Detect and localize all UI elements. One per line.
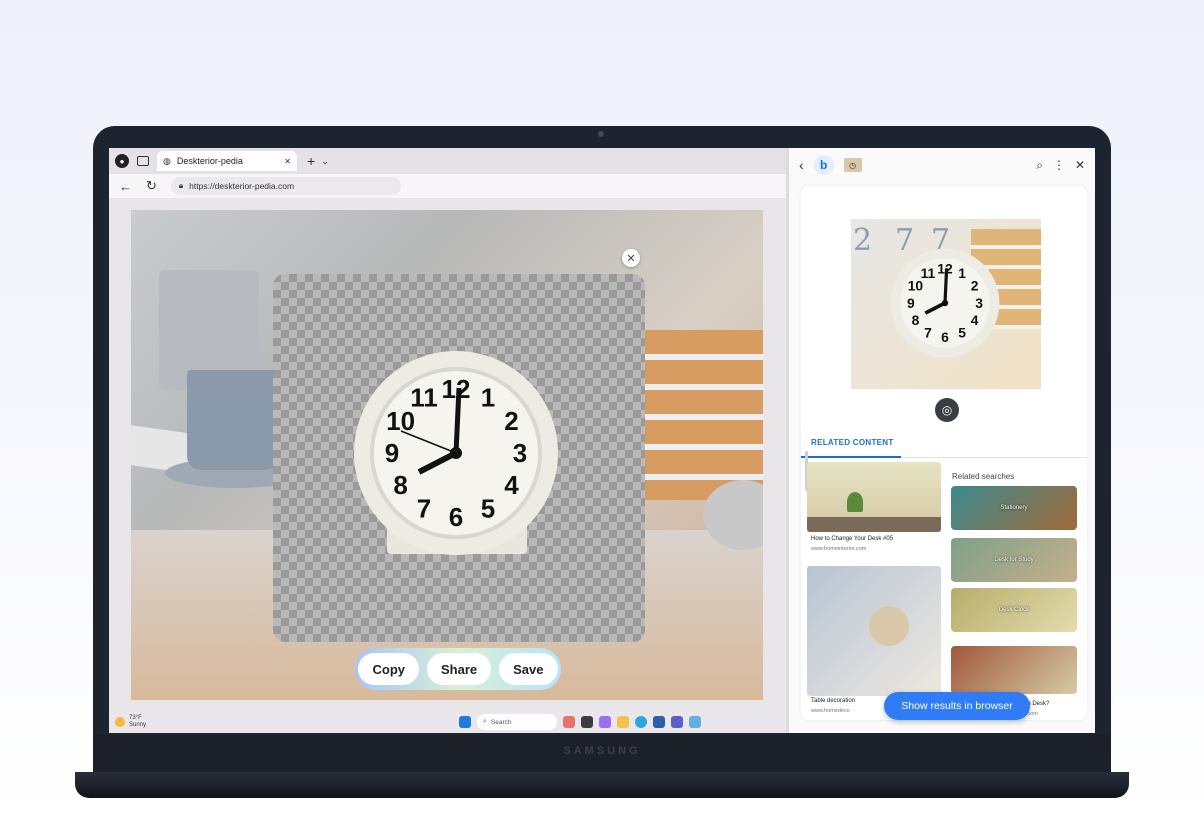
clock-numeral: 8 (393, 470, 407, 500)
tab-menu-icon[interactable]: ⌄ (321, 156, 329, 167)
taskbar-search[interactable]: ⌕ Search (477, 714, 557, 730)
clock-numeral: 8 (912, 312, 920, 328)
clock-numeral: 9 (385, 438, 399, 468)
bing-logo-icon: b (813, 155, 834, 175)
clock-numeral: 11 (410, 383, 438, 413)
related-search-item[interactable]: Stationery (951, 486, 1077, 530)
taskbar-center: ⌕ Search (459, 714, 701, 730)
result-source[interactable]: www.homedeco (811, 708, 850, 714)
more-options-icon[interactable]: ⋮ (1053, 158, 1065, 172)
browser-window: ● ◍ Deskterior-pedia ✕ + ⌄ ← ↻ 🔒︎ https:… (109, 148, 786, 733)
clock-numeral: 4 (971, 312, 979, 328)
alarm-clock-cutout[interactable]: 12 1234567891011 (351, 348, 561, 558)
clock-numeral: 2 (971, 278, 979, 294)
preview-clock: 121234567891011 (890, 248, 1000, 358)
results-card: 2 7 7 121234567891011 ◎ RELATED CONTENT (801, 186, 1087, 720)
clock-numeral: 6 (449, 502, 463, 532)
cutout-action-bar: Copy Share Save (355, 648, 561, 690)
result-caption[interactable]: How to Change Your Desk #05 (811, 536, 893, 542)
tab-overview-icon[interactable] (137, 156, 149, 166)
edge-icon[interactable] (635, 716, 647, 728)
taskbar: 73°F Sunny ⌕ Search (109, 711, 786, 733)
panel-toolbar: ‹ b ◷ ⌕ ⋮ ✕ (789, 148, 1095, 182)
preview-number: 2 (853, 223, 873, 258)
save-button[interactable]: Save (499, 653, 558, 685)
copy-button[interactable]: Copy (358, 653, 419, 685)
clock-numeral: 7 (924, 324, 932, 340)
visual-search-panel: ‹ b ◷ ⌕ ⋮ ✕ 2 7 7 121234567891011 (789, 148, 1095, 733)
desk-shelf (807, 517, 941, 532)
related-search-item[interactable] (951, 646, 1077, 694)
show-results-in-browser-button[interactable]: Show results in browser (884, 692, 1030, 720)
back-icon[interactable]: ← (119, 179, 132, 194)
new-tab-icon[interactable]: + (307, 153, 315, 169)
task-view-icon[interactable] (581, 716, 593, 728)
result-tile[interactable] (807, 462, 941, 532)
profile-icon[interactable]: ● (115, 154, 129, 168)
clock-numeral: 2 (504, 406, 518, 436)
tab-related-content[interactable]: RELATED CONTENT (801, 430, 1087, 458)
address-bar-row: ← ↻ 🔒︎ https://deskterior-pedia.com (109, 174, 786, 198)
tab-deskterior-pedia[interactable]: ◍ Deskterior-pedia ✕ (157, 151, 297, 171)
lock-icon: 🔒︎ (178, 181, 184, 190)
clock-numeral: 6 (941, 329, 949, 345)
clock-numeral: 11 (921, 265, 936, 281)
result-tile[interactable] (807, 566, 941, 696)
copilot-icon[interactable] (599, 716, 611, 728)
url-text: https://deskterior-pedia.com (189, 181, 295, 191)
weather-desc: Sunny (129, 722, 147, 728)
clock-numeral: 1 (958, 265, 966, 281)
teams-icon[interactable] (671, 716, 683, 728)
store-icon[interactable] (653, 716, 665, 728)
sun-icon (115, 717, 125, 727)
active-tab-indicator (801, 456, 901, 458)
tab-bar: ● ◍ Deskterior-pedia ✕ + ⌄ (109, 148, 786, 174)
close-cutout-icon[interactable]: ✕ (622, 249, 640, 267)
query-thumbnail-icon[interactable]: ◷ (843, 158, 862, 172)
laptop-base (75, 772, 1129, 798)
app-icon[interactable] (689, 716, 701, 728)
taskbar-search-label: Search (490, 718, 512, 726)
related-search-item[interactable]: Desk Clock (951, 588, 1077, 632)
book-stack (639, 330, 763, 500)
share-button[interactable]: Share (426, 653, 492, 685)
search-icon: ⌕ (483, 718, 487, 725)
close-tab-icon[interactable]: ✕ (284, 157, 291, 166)
start-icon[interactable] (459, 716, 471, 728)
lens-crop-icon[interactable]: ◎ (935, 398, 959, 422)
globe-icon: ◍ (163, 155, 171, 166)
clock-numeral: 4 (504, 470, 519, 500)
screen: ● ◍ Deskterior-pedia ✕ + ⌄ ← ↻ 🔒︎ https:… (109, 148, 1095, 733)
weather-widget[interactable]: 73°F Sunny (115, 715, 195, 729)
clock-numeral: 7 (417, 493, 431, 523)
clock-numeral: 9 (907, 295, 915, 311)
close-panel-icon[interactable]: ✕ (1075, 158, 1085, 172)
clock-icon (869, 606, 909, 646)
related-content-label: RELATED CONTENT (811, 438, 894, 447)
result-caption[interactable]: Table decoration (811, 698, 855, 704)
plant-icon (847, 492, 863, 512)
back-icon[interactable]: ‹ (799, 157, 804, 173)
search-icon[interactable]: ⌕ (1036, 158, 1043, 173)
address-bar[interactable]: 🔒︎ https://deskterior-pedia.com (170, 177, 401, 195)
reload-icon[interactable]: ↻ (146, 178, 157, 194)
related-searches-title: Related searches (952, 472, 1015, 481)
clock-numeral: 3 (975, 295, 983, 311)
weather-temp: 73°F (129, 715, 142, 721)
file-explorer-icon[interactable] (617, 716, 629, 728)
clock-numeral: 5 (481, 493, 495, 523)
webcam (598, 131, 604, 137)
mug (187, 370, 279, 470)
brand-logo: SAMSUNG (563, 745, 641, 757)
result-source[interactable]: www.homeinterior.com (811, 546, 866, 552)
clock-numeral: 3 (513, 438, 527, 468)
widgets-icon[interactable] (563, 716, 575, 728)
query-image-preview[interactable]: 2 7 7 121234567891011 (851, 219, 1041, 389)
tab-title: Deskterior-pedia (176, 156, 243, 166)
related-search-item[interactable]: Desk for Study (951, 538, 1077, 582)
clock-numeral: 1 (481, 383, 495, 413)
clock-numeral: 5 (958, 324, 966, 340)
